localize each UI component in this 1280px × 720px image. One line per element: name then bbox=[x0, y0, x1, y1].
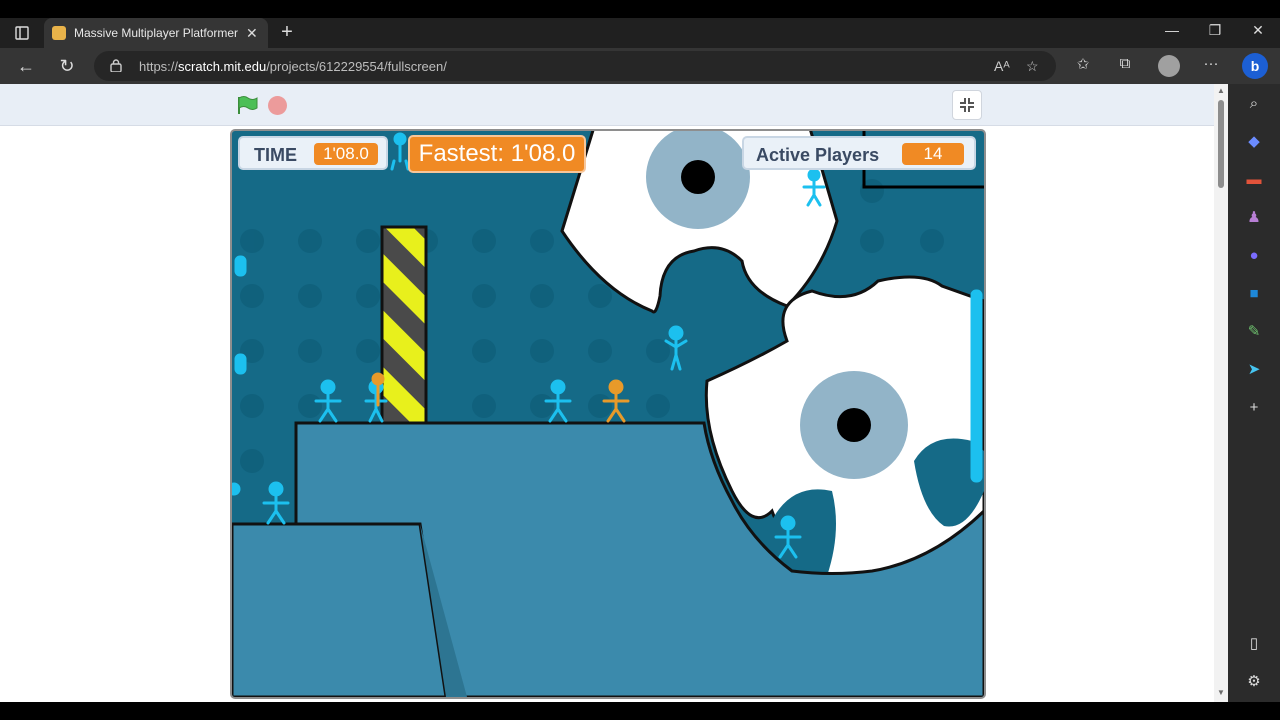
copilot-icon[interactable]: ● bbox=[1244, 246, 1264, 266]
send-icon[interactable]: ➤ bbox=[1244, 360, 1264, 380]
exit-fullscreen-button[interactable] bbox=[952, 90, 982, 120]
new-tab-button[interactable]: + bbox=[276, 21, 298, 44]
browser-toolbar: ← ↻ https://scratch.mit.edu/projects/612… bbox=[0, 48, 1280, 84]
browser-tab[interactable]: Massive Multiplayer Platformer v ✕ bbox=[44, 18, 268, 48]
scratch-favicon-icon bbox=[52, 26, 66, 40]
time-value: 1'08.0 bbox=[314, 143, 378, 165]
back-arrow-icon[interactable]: ← bbox=[14, 54, 38, 78]
tools-icon[interactable]: ▬ bbox=[1244, 170, 1264, 190]
scratch-controls-bar bbox=[0, 84, 1214, 126]
add-sidebar-app-icon[interactable]: + bbox=[1244, 398, 1264, 418]
designer-icon[interactable]: ✎ bbox=[1244, 322, 1264, 342]
restore-button[interactable]: ❐ bbox=[1200, 22, 1230, 39]
close-window-button[interactable]: ✕ bbox=[1243, 22, 1273, 39]
exit-fullscreen-icon bbox=[960, 98, 974, 112]
bing-copilot-icon[interactable]: b bbox=[1242, 53, 1268, 79]
active-players-value: 14 bbox=[902, 143, 964, 165]
settings-icon[interactable]: ⚙ bbox=[1244, 672, 1264, 692]
address-bar[interactable]: https://scratch.mit.edu/projects/6122295… bbox=[94, 51, 1056, 81]
time-display: TIME 1'08.0 bbox=[238, 136, 388, 170]
page-content: TIME 1'08.0 Fastest: 1'08.0 Active Playe… bbox=[0, 84, 1228, 702]
fastest-time: Fastest: 1'08.0 bbox=[408, 135, 586, 173]
tab-close-button[interactable]: ✕ bbox=[246, 25, 258, 42]
scroll-up-icon[interactable]: ▲ bbox=[1217, 86, 1225, 95]
scroll-down-icon[interactable]: ▼ bbox=[1217, 688, 1225, 697]
minimize-button[interactable]: — bbox=[1157, 22, 1187, 38]
bottom-edge bbox=[0, 702, 1280, 720]
more-icon[interactable]: ··· bbox=[1200, 55, 1222, 72]
scroll-thumb[interactable] bbox=[1218, 100, 1224, 188]
page-scrollbar[interactable]: ▲ ▼ bbox=[1214, 84, 1228, 702]
game-stage[interactable]: TIME 1'08.0 Fastest: 1'08.0 Active Playe… bbox=[230, 129, 986, 699]
tab-strip: Massive Multiplayer Platformer v ✕ + — ❐… bbox=[0, 18, 1280, 48]
game-scene bbox=[232, 131, 984, 697]
tab-title: Massive Multiplayer Platformer v bbox=[74, 26, 240, 40]
outlook-icon[interactable]: ■ bbox=[1244, 284, 1264, 304]
lock-icon[interactable] bbox=[110, 59, 122, 72]
favorites-icon[interactable]: ✩ bbox=[1072, 55, 1094, 73]
time-label: TIME bbox=[254, 145, 297, 165]
active-players-display: Active Players 14 bbox=[742, 136, 976, 170]
search-icon[interactable]: ⌕ bbox=[1244, 94, 1264, 114]
collections-icon[interactable]: ⧉ bbox=[1114, 55, 1136, 72]
refresh-icon[interactable]: ↻ bbox=[55, 54, 79, 78]
read-aloud-icon[interactable]: Aᴬ bbox=[994, 58, 1010, 74]
shopping-tag-icon[interactable]: ◆ bbox=[1244, 132, 1264, 152]
profile-avatar-icon[interactable] bbox=[1158, 55, 1180, 77]
tab-actions-icon[interactable] bbox=[8, 22, 36, 44]
active-players-label: Active Players bbox=[756, 145, 880, 165]
edge-sidebar: ⌕ ◆ ▬ ♟ ● ■ ✎ ➤ + ▯ ⚙ bbox=[1228, 84, 1280, 702]
add-favorite-icon[interactable]: ☆ bbox=[1026, 58, 1039, 75]
hide-sidebar-icon[interactable]: ▯ bbox=[1244, 634, 1264, 654]
stop-sign-icon[interactable] bbox=[268, 96, 287, 115]
games-icon[interactable]: ♟ bbox=[1244, 208, 1264, 228]
url-text[interactable]: https://scratch.mit.edu/projects/6122295… bbox=[139, 59, 447, 74]
green-flag-icon[interactable] bbox=[236, 95, 258, 115]
